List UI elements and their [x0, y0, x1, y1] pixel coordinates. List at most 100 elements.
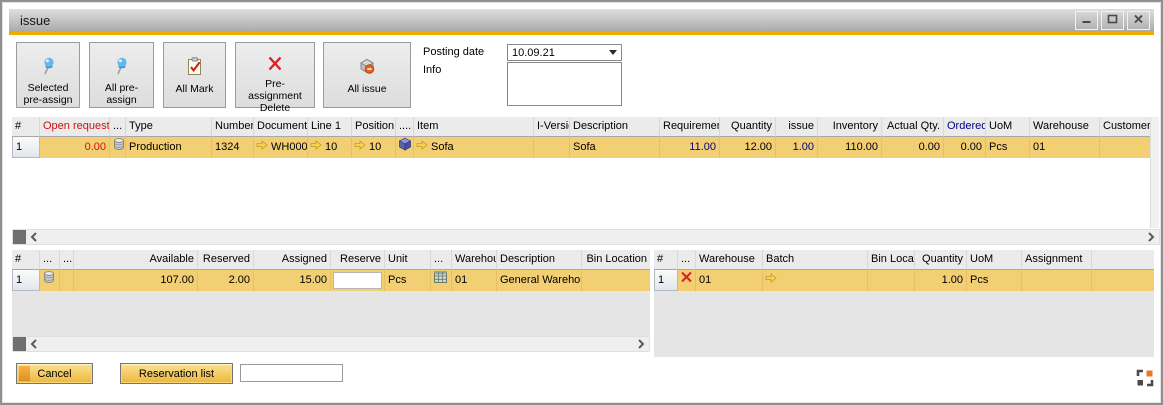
red-x-icon[interactable]	[680, 270, 693, 291]
cell-warehouse: 01	[1030, 137, 1100, 158]
col-position: Position	[352, 117, 396, 137]
pre-assignment-delete-button[interactable]: Pre-assignment Delete	[235, 42, 315, 108]
cell-i-version	[534, 137, 570, 158]
batch-table-header: # ... Warehouse Batch Bin Location Quant…	[654, 250, 1154, 270]
title-accent-line	[9, 32, 1154, 35]
cell-assignment	[1022, 270, 1092, 291]
cell-reserve	[331, 270, 385, 291]
cell-assigned: 15.00	[254, 270, 331, 291]
cell-type-icon	[40, 270, 60, 291]
link-arrow-icon[interactable]	[256, 137, 268, 158]
selected-pre-assign-button[interactable]: Selected pre-assign	[16, 42, 80, 108]
posting-date-select[interactable]: 10.09.21	[507, 44, 622, 61]
cell-document: WH000	[254, 137, 308, 158]
cell-dots	[60, 270, 74, 291]
item-link[interactable]: Sofa	[431, 137, 454, 158]
maximize-button[interactable]	[1101, 11, 1124, 30]
col-hash: #	[12, 250, 40, 270]
clipboard-check-icon	[186, 55, 203, 77]
row-selector[interactable]: 1	[12, 137, 40, 158]
main-table-row[interactable]: 1 0.00 Production 1324 WH000 10 10	[12, 137, 1150, 158]
main-table-vscrollbar[interactable]	[1150, 117, 1159, 228]
col-quantity: Quantity	[915, 250, 967, 270]
col-type: Type	[126, 117, 212, 137]
scroll-left-icon[interactable]	[26, 230, 42, 244]
reserve-input[interactable]	[333, 272, 382, 289]
resize-form-icon[interactable]	[1136, 369, 1154, 390]
reserve-table-row[interactable]: 1 107.00 2.00 15.00 Pcs 01 General Wareh…	[12, 270, 650, 291]
col-inventory: Inventory	[818, 117, 882, 137]
window-title: issue	[20, 13, 50, 28]
cell-open-requests: 0.00	[40, 137, 110, 158]
reservation-list-button[interactable]: Reservation list	[120, 363, 233, 384]
col-issue: issue	[776, 117, 818, 137]
issue-dialog: issue Selected pre-assign All pre-assign…	[0, 0, 1163, 405]
scroll-right-icon[interactable]	[633, 337, 649, 351]
col-ordered: Ordered	[944, 117, 986, 137]
pushpin-icon	[40, 55, 57, 76]
row-selector[interactable]: 1	[654, 270, 678, 291]
cell-description: Sofa	[570, 137, 660, 158]
document-link[interactable]: WH000	[271, 137, 308, 158]
link-arrow-icon[interactable]	[354, 137, 366, 158]
scroll-track[interactable]	[42, 230, 1143, 244]
col-line1: Line 1	[308, 117, 352, 137]
cell-warehouse: 01	[696, 270, 763, 291]
link-arrow-icon[interactable]	[765, 270, 777, 291]
main-table-hscrollbar[interactable]	[12, 229, 1160, 245]
cell-unit: Pcs	[385, 270, 431, 291]
database-icon	[112, 137, 126, 158]
col-dots-3: ...	[431, 250, 452, 270]
position-link[interactable]: 10	[369, 137, 381, 158]
cell-inventory: 110.00	[818, 137, 882, 158]
window-controls	[1075, 11, 1150, 30]
all-pre-assign-button[interactable]: All pre-assign	[89, 42, 154, 108]
scroll-track[interactable]	[42, 337, 633, 351]
info-textarea[interactable]	[507, 62, 622, 106]
row-selector[interactable]: 1	[12, 270, 40, 291]
col-number: Number	[212, 117, 254, 137]
scroll-right-icon[interactable]	[1143, 230, 1159, 244]
database-icon	[42, 270, 56, 291]
posting-date-label: Posting date	[423, 46, 484, 58]
col-i-version: I-Version	[534, 117, 570, 137]
scroll-left-icon[interactable]	[26, 337, 42, 351]
col-batch: Batch	[763, 250, 868, 270]
all-mark-button[interactable]: All Mark	[163, 42, 226, 108]
cell-issue: 1.00	[776, 137, 818, 158]
close-icon	[1133, 14, 1144, 27]
col-dots-2: ....	[396, 117, 414, 137]
cell-description: General Warehouse1	[497, 270, 582, 291]
button-label: Selected pre-assign	[23, 82, 73, 106]
main-table-header: # Open requests ... Type Number Document…	[12, 117, 1150, 137]
col-uom: UoM	[986, 117, 1030, 137]
cancel-button[interactable]: Cancel	[16, 363, 93, 384]
cell-quantity: 12.00	[720, 137, 776, 158]
cell-ordered: 0.00	[944, 137, 986, 158]
cancel-label: Cancel	[37, 368, 71, 380]
close-button[interactable]	[1127, 11, 1150, 30]
cell-uom: Pcs	[986, 137, 1030, 158]
link-arrow-icon[interactable]	[416, 137, 428, 158]
dropdown-arrow-icon[interactable]	[609, 50, 617, 55]
titlebar[interactable]: issue	[9, 9, 1154, 32]
cell-item-icon	[396, 137, 414, 158]
link-arrow-icon[interactable]	[310, 137, 322, 158]
cell-bin-location	[868, 270, 915, 291]
reservation-list-label: Reservation list	[139, 368, 214, 380]
footer-text-input[interactable]	[240, 364, 343, 382]
scroll-thumb[interactable]	[13, 230, 26, 244]
cell-remove-icon	[678, 270, 696, 291]
cell-bin-location	[582, 270, 650, 291]
batch-table-row[interactable]: 1 01 1.00 Pcs	[654, 270, 1154, 291]
reserve-table-hscrollbar[interactable]	[12, 336, 650, 352]
col-spacer	[1092, 250, 1154, 270]
cell-type: Production	[126, 137, 212, 158]
cell-spacer	[1092, 270, 1154, 291]
minimize-button[interactable]	[1075, 11, 1098, 30]
all-issue-button[interactable]: All issue	[323, 42, 411, 108]
line1-link[interactable]: 10	[325, 137, 337, 158]
minimize-icon	[1081, 15, 1092, 27]
cell-warehouse: 01	[452, 270, 497, 291]
scroll-thumb[interactable]	[13, 337, 26, 351]
